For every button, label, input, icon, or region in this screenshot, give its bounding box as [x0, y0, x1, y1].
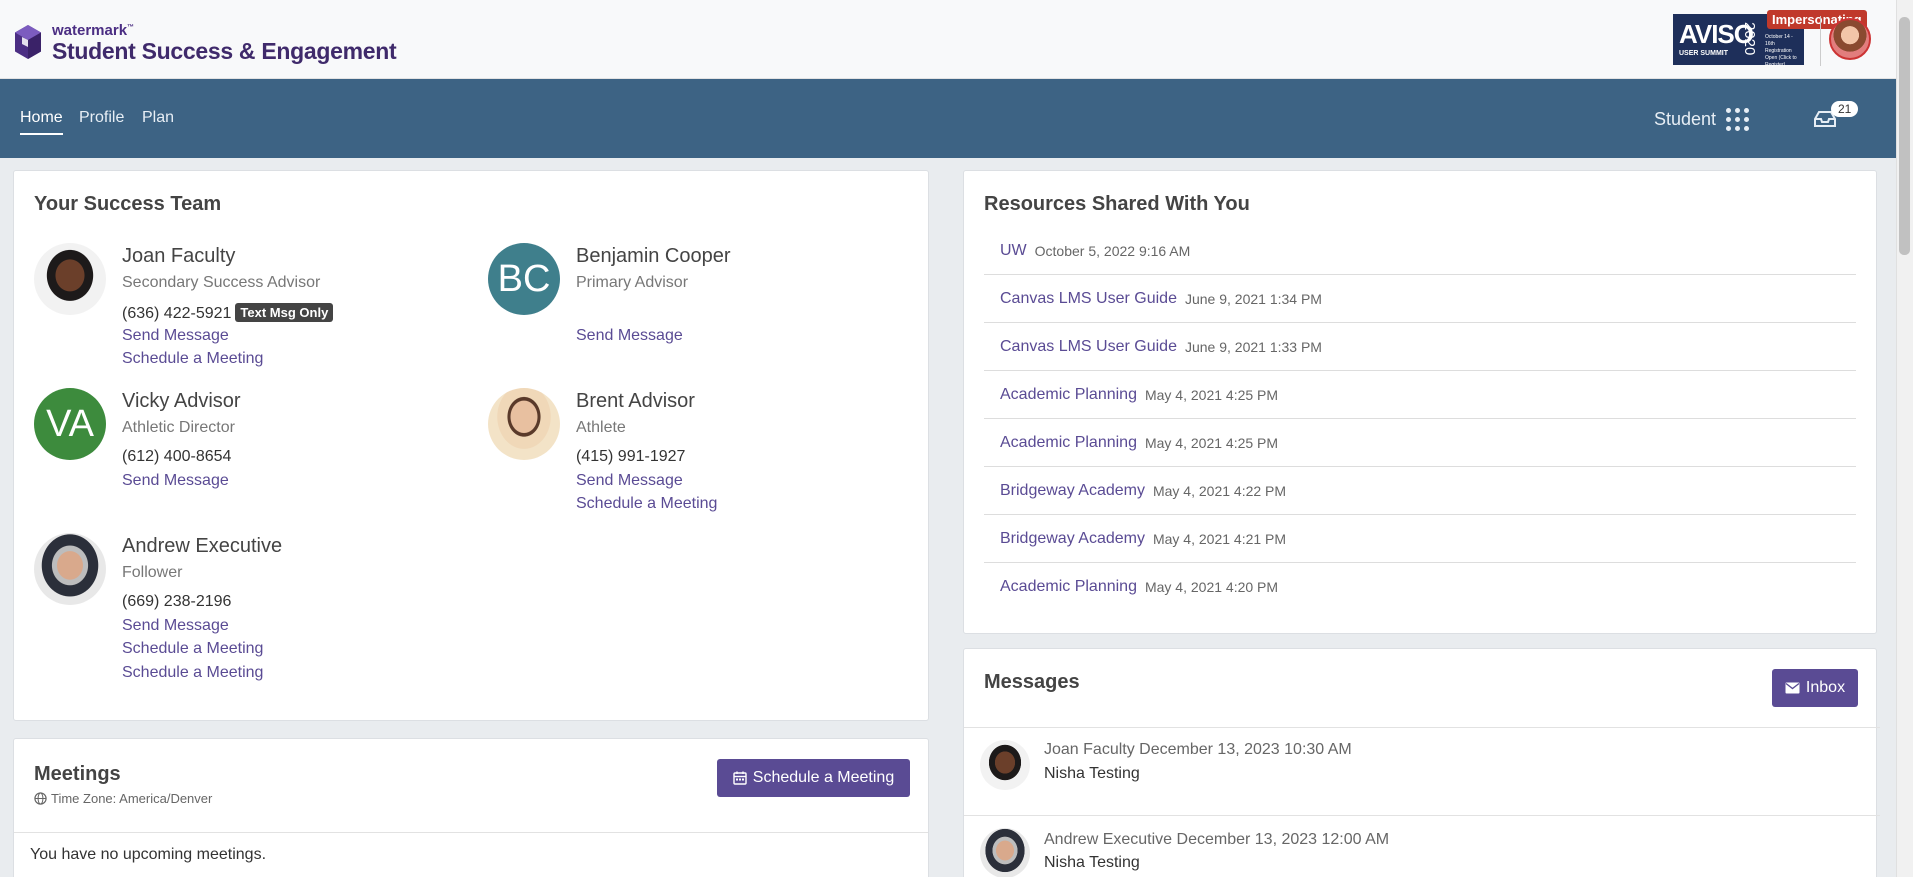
team-member-brent: Brent Advisor Athlete (415) 991-1927 Sen… [488, 388, 908, 528]
user-avatar[interactable] [1829, 18, 1871, 60]
banner-line2: USER SUMMIT [1679, 50, 1728, 57]
send-message-link[interactable]: Send Message [122, 327, 229, 345]
nav-plan[interactable]: Plan [142, 109, 174, 127]
member-name: Andrew Executive [122, 535, 283, 557]
schedule-meeting-button[interactable]: Schedule a Meeting [717, 759, 910, 797]
resource-row[interactable]: Bridgeway Academy May 4, 2021 4:22 PM [984, 467, 1856, 515]
role-label: Student [1654, 109, 1717, 129]
message-row[interactable]: Andrew Executive December 13, 2023 12:00… [964, 815, 1880, 877]
messages-title: Messages [984, 671, 1080, 693]
globe-icon [34, 792, 47, 805]
member-role: Secondary Success Advisor [122, 274, 321, 291]
member-role: Athlete [576, 419, 626, 436]
calendar-icon [733, 771, 747, 785]
resources-title: Resources Shared With You [984, 193, 1250, 215]
inbox-count-badge: 21 [1831, 101, 1859, 117]
resource-row[interactable]: Canvas LMS User Guide June 9, 2021 1:34 P… [984, 275, 1856, 323]
brand-title: Student Success & Engagement [52, 38, 397, 64]
member-role: Primary Advisor [576, 274, 689, 291]
message-subject: Nisha Testing [1044, 765, 1140, 782]
sender-avatar [980, 740, 1030, 790]
send-message-link[interactable]: Send Message [122, 617, 229, 635]
meetings-card: Meetings Time Zone: America/Denver Sched… [13, 738, 929, 877]
meetings-title: Meetings [34, 763, 121, 785]
member-name: Vicky Advisor [122, 390, 241, 412]
vicky-initials-avatar: VA [34, 388, 106, 460]
resource-row[interactable]: Academic Planning May 4, 2021 4:20 PM [984, 563, 1856, 611]
brand-small: watermark™ [52, 22, 135, 39]
team-member-vicky: VA Vicky Advisor Athletic Director (612)… [34, 388, 454, 508]
member-phone: (669) 238-2196 [122, 593, 232, 610]
resources-card: Resources Shared With You UW October 5, 2… [963, 170, 1877, 634]
message-header: Joan Faculty December 13, 2023 10:30 AM [1044, 741, 1352, 758]
nav-profile[interactable]: Profile [79, 109, 124, 127]
message-subject: Nisha Testing [1044, 854, 1140, 871]
member-role: Follower [122, 564, 183, 581]
role-switcher[interactable]: Student [1654, 108, 1750, 131]
team-member-benjamin: BC Benjamin Cooper Primary Advisor Send … [488, 243, 908, 383]
member-name: Brent Advisor [576, 390, 695, 412]
send-message-link[interactable]: Send Message [576, 472, 683, 490]
message-header: Andrew Executive December 13, 2023 12:00… [1044, 831, 1390, 848]
apps-grid-icon [1726, 108, 1750, 131]
meetings-divider [14, 832, 928, 833]
joan-photo [34, 243, 106, 315]
resource-row[interactable]: Canvas LMS User Guide June 9, 2021 1:33 P… [984, 323, 1856, 371]
messages-card: Messages Inbox Joan Faculty December 13,… [963, 648, 1880, 877]
schedule-meeting-link[interactable]: Schedule a Meeting [122, 664, 263, 682]
sender-avatar [980, 828, 1030, 877]
nav-home[interactable]: Home [20, 109, 63, 135]
schedule-meeting-link[interactable]: Schedule a Meeting [122, 640, 263, 658]
no-meetings-text: You have no upcoming meetings. [30, 846, 267, 863]
text-msg-only-badge: Text Msg Only [235, 303, 334, 322]
inbox-button[interactable]: Inbox [1772, 669, 1858, 707]
resource-row[interactable]: UW October 5, 2022 9:16 AM [984, 227, 1856, 275]
schedule-meeting-link[interactable]: Schedule a Meeting [576, 495, 717, 513]
andrew-photo [34, 533, 106, 605]
banner-year: 2020 [1741, 22, 1758, 56]
resource-row[interactable]: Academic Planning May 4, 2021 4:25 PM [984, 419, 1856, 467]
timezone-label: Time Zone: America/Denver [34, 791, 212, 806]
app-header: watermark™ Student Success & Engagement … [0, 0, 1896, 79]
send-message-link[interactable]: Send Message [576, 327, 683, 345]
header-divider [1820, 16, 1821, 66]
banner-note: October 14 - 16th Registration Open (Cli… [1765, 34, 1797, 68]
member-name: Joan Faculty [122, 245, 236, 267]
member-name: Benjamin Cooper [576, 245, 731, 267]
schedule-meeting-link[interactable]: Schedule a Meeting [122, 350, 263, 368]
member-phone: (415) 991-1927 [576, 448, 686, 465]
envelope-icon [1785, 682, 1800, 694]
brent-photo [488, 388, 560, 460]
benjamin-initials-avatar: BC [488, 243, 560, 315]
watermark-logo-icon [12, 23, 44, 61]
success-team-title: Your Success Team [34, 193, 222, 215]
send-message-link[interactable]: Send Message [122, 472, 229, 490]
resource-row[interactable]: Bridgeway Academy May 4, 2021 4:21 PM [984, 515, 1856, 563]
message-row[interactable]: Joan Faculty December 13, 2023 10:30 AM … [964, 727, 1880, 815]
member-role: Athletic Director [122, 419, 235, 436]
team-member-joan: Joan Faculty Secondary Success Advisor (… [34, 243, 454, 383]
resource-row[interactable]: Academic Planning May 4, 2021 4:25 PM [984, 371, 1856, 419]
scrollbar-thumb[interactable] [1899, 17, 1910, 255]
member-phone: (612) 400-8654 [122, 448, 232, 465]
watermark-logo[interactable]: watermark™ Student Success & Engagement [12, 20, 397, 64]
success-team-card: Your Success Team Joan Faculty Secondary… [13, 170, 929, 721]
main-nav: Home Profile Plan Student 21 [0, 79, 1896, 158]
member-phone: (636) 422-5921 Text Msg Only [122, 303, 334, 323]
team-member-andrew: Andrew Executive Follower (669) 238-2196… [34, 533, 454, 703]
